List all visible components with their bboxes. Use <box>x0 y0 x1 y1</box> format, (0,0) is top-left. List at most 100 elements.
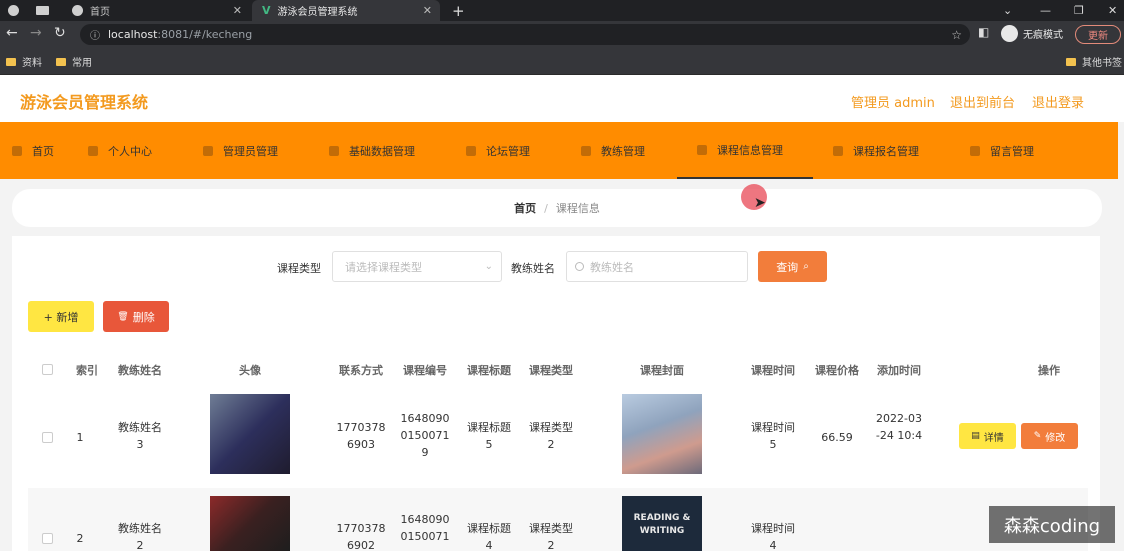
data-icon <box>329 145 339 156</box>
nav-item-enroll[interactable]: 课程报名管理 <box>833 122 943 179</box>
cell-line: 课程标题 <box>467 421 511 434</box>
coach-name-input[interactable]: 教练姓名 <box>566 251 748 282</box>
add-button[interactable]: + 新增 <box>28 301 94 332</box>
column-header: 课程标题 <box>467 364 511 377</box>
new-tab-icon[interactable]: + <box>452 0 465 21</box>
cell-line: 9 <box>421 446 429 459</box>
course-type-cell: 课程类型 2 <box>522 520 580 551</box>
star-icon[interactable]: ☆ <box>951 28 962 42</box>
nav-item-admin[interactable]: 管理员管理 <box>203 122 313 179</box>
pencil-icon: ✎ <box>1033 431 1042 441</box>
restore-icon[interactable]: ❐ <box>1074 0 1084 21</box>
bookmark-folder[interactable]: 资料 <box>6 54 42 69</box>
nav-label: 课程报名管理 <box>853 144 919 158</box>
search-icon: ⌕ <box>803 261 809 272</box>
cell-line: 课程类型 <box>529 522 573 535</box>
url-input[interactable]: ⓘ localhost:8081/#/kecheng ☆ <box>80 24 970 45</box>
admin-label: 管理员 admin <box>851 96 935 111</box>
front-link[interactable]: 退出到前台 <box>950 92 1015 111</box>
close-window-icon[interactable]: ✕ <box>1108 0 1117 21</box>
tab-app[interactable]: V 游泳会员管理系统 ✕ <box>252 0 440 21</box>
message-icon <box>970 145 980 156</box>
column-header: 索引 <box>76 364 98 377</box>
url-path: :8081/#/kecheng <box>157 28 253 41</box>
tab-home[interactable]: 首页 ✕ <box>64 0 250 21</box>
nav-label: 个人中心 <box>108 144 152 158</box>
incognito-indicator[interactable]: 无痕模式 <box>1001 25 1063 42</box>
reload-icon[interactable]: ↻ <box>54 25 66 41</box>
coach-icon <box>581 145 591 156</box>
vue-logo-icon: V <box>262 4 271 17</box>
column-header: 联系方式 <box>339 364 383 377</box>
cell-line: 课程类型 <box>529 421 573 434</box>
update-label: 更新 <box>1088 31 1108 42</box>
close-icon[interactable]: ✕ <box>233 4 242 17</box>
nav-label: 管理员管理 <box>223 144 278 158</box>
cell-line: 2 <box>547 539 555 551</box>
nav-item-course-info[interactable]: 课程信息管理 <box>677 122 813 179</box>
back-icon[interactable]: ← <box>6 25 18 41</box>
nav-item-coach[interactable]: 教练管理 <box>581 122 676 179</box>
cell-line: 2 <box>136 539 144 551</box>
admin-icon <box>203 145 213 156</box>
watermark: 森森coding <box>989 506 1115 543</box>
course-title-cell: 课程标题 5 <box>460 419 518 453</box>
nav-item-home[interactable]: 首页 <box>12 122 74 179</box>
coach-name-placeholder: 教练姓名 <box>590 260 634 274</box>
bookmark-folder[interactable]: 常用 <box>56 54 92 69</box>
nav-label: 留言管理 <box>990 144 1034 158</box>
logout-link[interactable]: 退出登录 <box>1032 92 1084 111</box>
tab-label: 首页 <box>90 7 110 18</box>
row-checkbox[interactable] <box>42 533 53 544</box>
detail-label: 详情 <box>983 432 1004 444</box>
cell-line: 5 <box>769 438 777 451</box>
select-all-checkbox[interactable] <box>42 364 53 375</box>
tab-search-chevron-icon[interactable]: ⌄ <box>1003 0 1012 21</box>
row-index: 1 <box>76 431 84 444</box>
delete-button[interactable]: 🗑 删除 <box>103 301 169 332</box>
query-label: 查询 <box>776 260 799 274</box>
close-icon[interactable]: ✕ <box>423 4 432 17</box>
tab-window-icon[interactable] <box>36 0 56 21</box>
nav-item-forum[interactable]: 论坛管理 <box>466 122 566 179</box>
browser-tab-bar: 首页 ✕ V 游泳会员管理系统 ✕ + ⌄ — ❐ ✕ <box>0 0 1124 21</box>
cell-line: 2 <box>547 438 555 451</box>
minimize-icon[interactable]: — <box>1040 0 1051 21</box>
enroll-icon <box>833 145 843 156</box>
home-icon <box>12 145 22 156</box>
bookmark-label: 常用 <box>72 58 92 69</box>
course-type-select[interactable]: 请选择课程类型 ⌄ <box>332 251 502 282</box>
course-price-cell: 66.59 <box>821 431 853 444</box>
cell-line: -24 10:4 <box>875 429 923 442</box>
cell-line: 2022-03 <box>876 412 922 425</box>
cell-line: 课程标题 <box>467 522 511 535</box>
column-header: 添加时间 <box>877 364 921 377</box>
sidepanel-icon[interactable]: ◧ <box>978 25 989 39</box>
incognito-icon <box>1001 25 1018 42</box>
forward-icon[interactable]: → <box>30 25 42 41</box>
column-header: 课程价格 <box>815 364 859 377</box>
row-checkbox[interactable] <box>42 432 53 443</box>
folder-icon <box>56 57 66 66</box>
document-icon: ▤ <box>971 431 980 441</box>
detail-button[interactable]: ▤ 详情 <box>959 423 1016 449</box>
update-button[interactable]: 更新 <box>1075 25 1121 44</box>
nav-item-profile[interactable]: 个人中心 <box>88 122 188 179</box>
nav-item-message[interactable]: 留言管理 <box>970 122 1070 179</box>
cell-line: 0150071 <box>400 530 450 543</box>
app-header: 游泳会员管理系统 管理员 admin 退出到前台 退出登录 <box>0 75 1124 122</box>
bookmark-folder-other[interactable]: 其他书签 <box>1066 54 1122 69</box>
cell-line: 1770378 <box>336 522 386 535</box>
column-header: 课程封面 <box>640 364 684 377</box>
cover-text: WRITING <box>639 526 685 536</box>
edit-button[interactable]: ✎ 修改 <box>1021 423 1078 449</box>
forum-icon <box>466 145 476 156</box>
course-time-cell: 课程时间 4 <box>744 520 802 551</box>
nav-item-basic-data[interactable]: 基础数据管理 <box>329 122 449 179</box>
bookmark-label: 资料 <box>22 58 42 69</box>
breadcrumb-separator: / <box>544 201 548 215</box>
query-button[interactable]: 查询 ⌕ <box>758 251 827 282</box>
breadcrumb-home[interactable]: 首页 <box>514 200 536 216</box>
cell-line: 教练姓名 <box>118 522 162 535</box>
folder-icon <box>6 57 16 66</box>
